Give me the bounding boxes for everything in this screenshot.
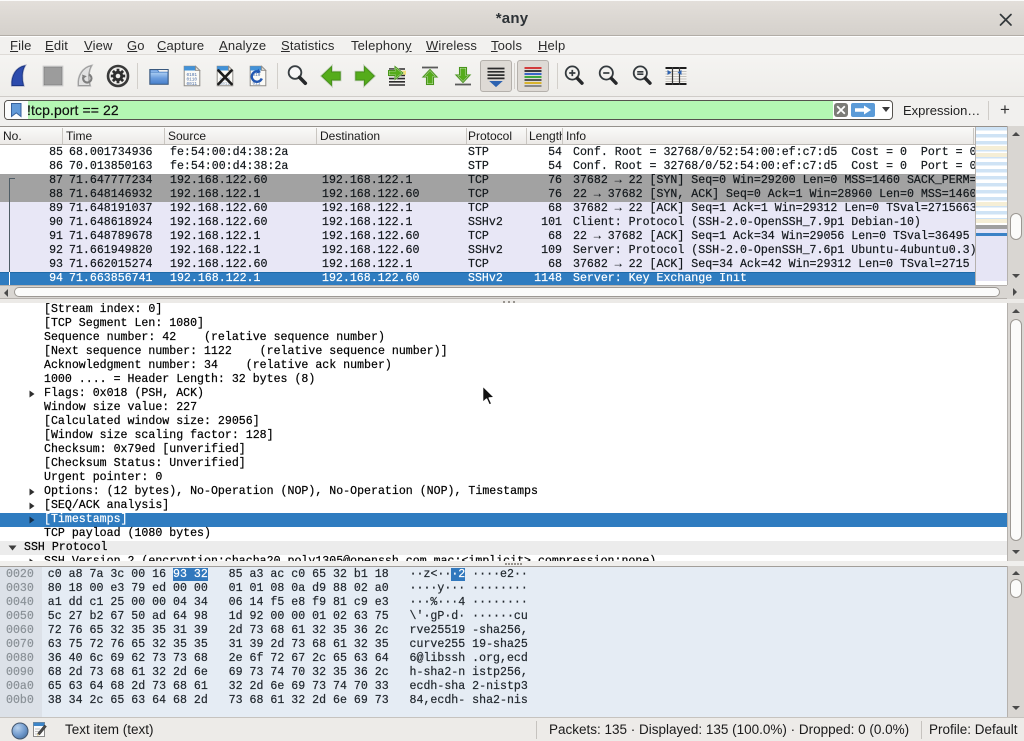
- svg-text:0011: 0011: [187, 82, 198, 87]
